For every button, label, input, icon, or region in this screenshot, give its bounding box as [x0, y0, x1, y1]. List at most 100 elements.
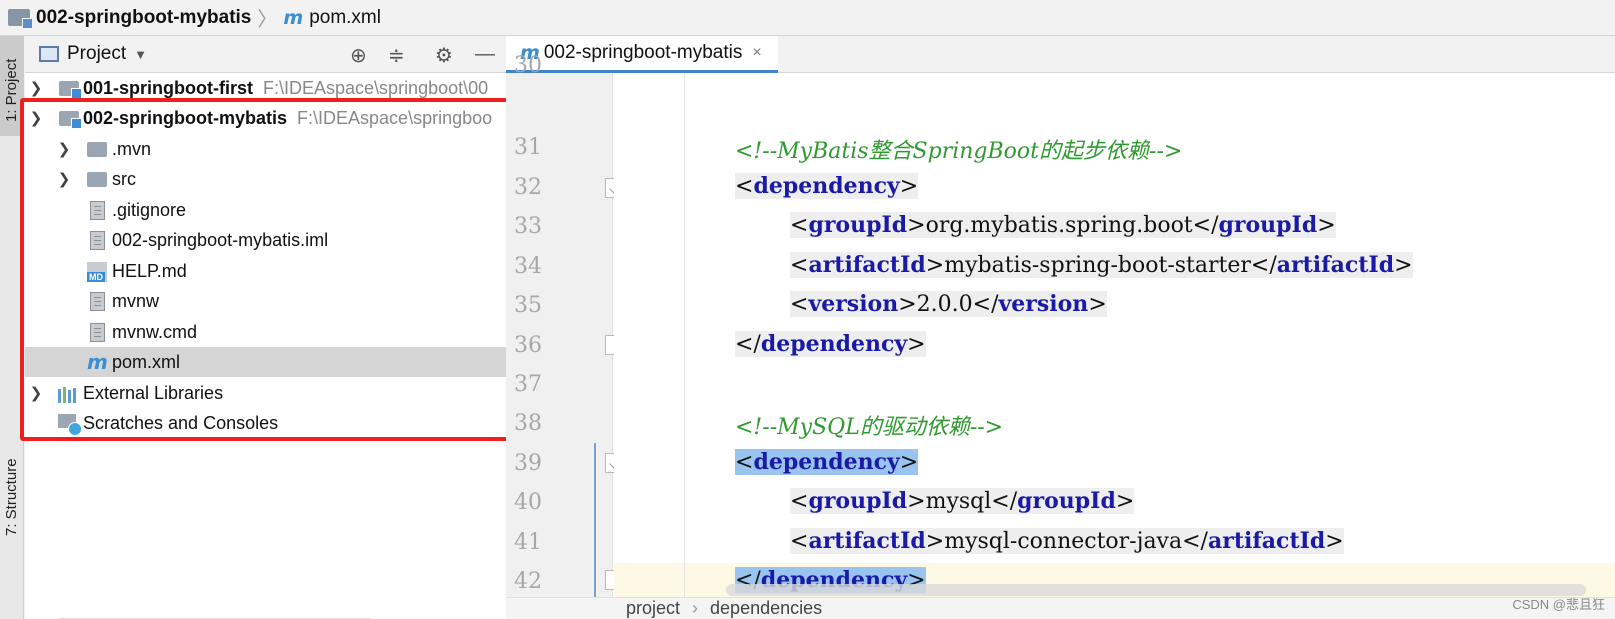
breadcrumb-file[interactable]: pom.xml [309, 7, 381, 29]
tool-window-stripe: 1: Project 7: Structure [0, 36, 24, 619]
hide-icon[interactable]: — [475, 43, 495, 66]
tree-item-label: External Libraries [83, 382, 224, 403]
chevron-right-icon[interactable]: ❯ [29, 79, 43, 97]
maven-file-icon: m [87, 350, 108, 374]
tree-item-path: F:\IDEAspace\springboot\00 [263, 77, 489, 98]
navigation-bar: 002-springboot-mybatis 〉 m pom.xml [0, 0, 1615, 36]
code-line: <groupId>org.mybatis.spring.boot</groupI… [790, 212, 1336, 238]
editor-gutter[interactable]: 30 31 32 33 34 35 36 37 38 39 40 41 42 [506, 53, 625, 597]
line-number: 41 [514, 530, 542, 555]
code-line: </dependency> [735, 331, 926, 357]
line-number: 42 [514, 569, 542, 594]
chevron-right-icon[interactable]: ❯ [29, 384, 43, 402]
xml-crumb-project[interactable]: project [626, 598, 680, 619]
tab-label: 002-springboot-mybatis [543, 42, 743, 63]
markdown-badge: MD [87, 272, 105, 282]
tree-item-src[interactable]: ❯ src [25, 164, 521, 194]
tree-item-label: 002-springboot-mybatis [83, 107, 288, 128]
editor-tab-bar: m 002-springboot-mybatis × [506, 36, 1615, 73]
indent-guide [684, 73, 685, 597]
code-line: <artifactId>mybatis-spring-boot-starter<… [790, 252, 1413, 278]
tree-item-scratches[interactable]: Scratches and Consoles [25, 408, 521, 438]
tree-item-pom-xml[interactable]: m pom.xml [25, 347, 521, 377]
tree-item-iml[interactable]: 002-springboot-mybatis.iml [25, 225, 521, 255]
tree-item-label: .gitignore [112, 199, 187, 220]
line-number: 37 [514, 372, 542, 397]
tree-item-label: HELP.md [112, 260, 187, 281]
horizontal-scrollbar[interactable] [726, 584, 1586, 596]
code-line: <version>2.0.0</version> [790, 291, 1107, 317]
code-comment: <!--MySQL的驱动依赖--> [735, 415, 1004, 440]
line-number: 35 [514, 293, 542, 318]
text-file-icon [90, 292, 105, 311]
line-number: 33 [514, 214, 542, 239]
gear-icon[interactable]: ⚙ [435, 43, 453, 68]
code-line: <dependency> [735, 449, 919, 475]
line-number: 36 [514, 333, 542, 358]
tree-item-mvn[interactable]: ❯ .mvn [25, 134, 521, 164]
xml-crumb-dependencies[interactable]: dependencies [710, 598, 822, 619]
tree-item-001-springboot-first[interactable]: ❯ 001-springboot-first F:\IDEAspace\sprin… [25, 73, 521, 103]
tree-item-mvnw[interactable]: mvnw [25, 286, 521, 316]
tree-item-label: .mvn [112, 138, 152, 159]
code-line: <groupId>mysql</groupId> [790, 488, 1135, 514]
project-view-selector[interactable]: Project [67, 43, 126, 65]
tree-item-external-libraries[interactable]: ❯ External Libraries [25, 378, 521, 408]
code-line: <artifactId>mysql-connector-java</artifa… [790, 528, 1344, 554]
chevron-down-icon[interactable]: ❯ [29, 109, 43, 127]
breadcrumb-project[interactable]: 002-springboot-mybatis [36, 7, 251, 29]
line-number: 38 [514, 411, 542, 436]
tree-item-label: src [112, 168, 136, 189]
project-panel: Project ▼ ⊕ ≑ ⚙ — ❯ 001-springboot-first… [25, 36, 521, 619]
tree-item-label: pom.xml [112, 351, 181, 372]
chevron-right-icon[interactable]: ❯ [57, 140, 71, 158]
project-tool-button[interactable]: 1: Project [3, 59, 20, 122]
tree-item-path: F:\IDEAspace\springboo [297, 107, 493, 128]
xml-breadcrumb: project › dependencies CSDN @悲且狂 [506, 597, 1615, 619]
line-number: 34 [514, 254, 542, 279]
chevron-right-icon: › [692, 598, 699, 618]
tree-item-help-md[interactable]: MD HELP.md [25, 256, 521, 286]
collapse-all-icon[interactable]: ≑ [388, 43, 405, 68]
library-icon [58, 385, 78, 403]
markdown-file-icon: MD [87, 262, 107, 282]
folder-icon [87, 142, 107, 157]
tree-item-label: mvnw.cmd [112, 321, 198, 342]
structure-tool-button[interactable]: 7: Structure [3, 458, 20, 536]
editor-tab-pom[interactable]: m 002-springboot-mybatis × [506, 36, 778, 73]
line-number: 31 [514, 135, 542, 160]
line-number: 32 [514, 175, 542, 200]
module-file-icon [90, 231, 105, 250]
tree-item-label: mvnw [112, 290, 160, 311]
chevron-right-icon[interactable]: ❯ [57, 170, 71, 188]
tree-item-gitignore[interactable]: .gitignore [25, 195, 521, 225]
line-number: 39 [514, 451, 542, 476]
chevron-down-icon[interactable]: ▼ [134, 47, 147, 62]
maven-file-icon: m [283, 6, 304, 29]
tree-item-label: Scratches and Consoles [83, 412, 279, 433]
locate-icon[interactable]: ⊕ [350, 43, 367, 68]
project-view-icon [39, 46, 59, 62]
tree-item-002-springboot-mybatis[interactable]: ❯ 002-springboot-mybatis F:\IDEAspace\spr… [25, 103, 521, 133]
change-marker [594, 443, 596, 597]
text-file-icon [90, 323, 105, 342]
close-icon[interactable]: × [752, 44, 761, 62]
code-comment: <!--MyBatis整合SpringBoot的起步依赖--> [735, 139, 1183, 164]
line-number: 30 [514, 53, 542, 78]
text-file-icon [90, 201, 105, 220]
tree-item-label: 001-springboot-first [83, 77, 254, 98]
breadcrumb-separator: 〉 [257, 9, 278, 31]
project-panel-header: Project ▼ ⊕ ≑ ⚙ — [25, 36, 520, 73]
scratches-icon [58, 414, 82, 436]
tree-item-mvnw-cmd[interactable]: mvnw.cmd [25, 317, 521, 347]
code-line: <dependency> [735, 173, 919, 199]
tree-item-label: 002-springboot-mybatis.iml [112, 229, 329, 250]
line-number: 40 [514, 490, 542, 515]
module-folder-icon [8, 9, 33, 29]
watermark: CSDN @悲且狂 [1512, 597, 1605, 612]
module-folder-icon [59, 111, 82, 129]
code-editor[interactable]: <!--MyBatis整合SpringBoot的起步依赖--> <depende… [614, 73, 1615, 597]
module-folder-icon [59, 81, 82, 99]
folder-icon [87, 172, 107, 187]
editor-panel: m 002-springboot-mybatis × 30 31 32 33 3… [506, 36, 1615, 619]
